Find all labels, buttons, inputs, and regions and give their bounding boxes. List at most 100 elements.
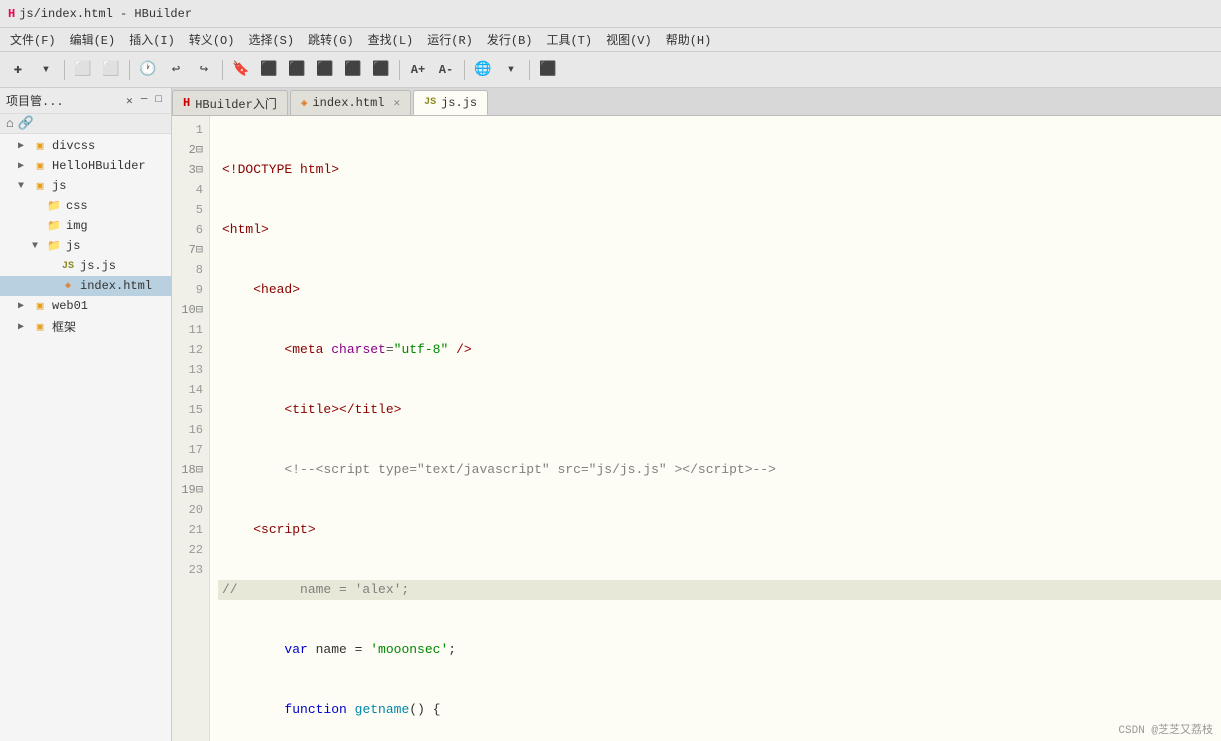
new-button[interactable]: ✚ <box>6 58 30 82</box>
arrow-js: ▼ <box>18 181 32 192</box>
linenum-9: 9 <box>172 280 209 300</box>
menu-file[interactable]: 文件(F) <box>4 29 62 50</box>
file-tree: ▶ ▣ divcss ▶ ▣ HelloHBuilder ▼ ▣ js 📁 cs… <box>0 134 171 741</box>
folder-icon-web01: ▣ <box>32 298 48 314</box>
tab-index-html[interactable]: ◈ index.html ✕ <box>290 90 411 115</box>
linenum-12: 12 <box>172 340 209 360</box>
tab-jsjs[interactable]: JS js.js <box>413 90 488 115</box>
arrow-hellohbuilder: ▶ <box>18 160 32 172</box>
menu-run[interactable]: 运行(R) <box>421 29 479 50</box>
undo-button[interactable]: ↩ <box>164 58 188 82</box>
code-line-1: <!DOCTYPE html> <box>218 160 1221 180</box>
save-button[interactable]: ⬜ <box>71 58 95 82</box>
folder-icon-img: 📁 <box>46 218 62 234</box>
bookmark-prev[interactable]: ⬛ <box>257 58 281 82</box>
font-increase[interactable]: A+ <box>406 58 430 82</box>
preview-btn[interactable]: ⬛ <box>536 58 560 82</box>
sep2 <box>129 60 130 80</box>
tree-item-index-html[interactable]: ◈ index.html <box>0 276 171 296</box>
sidebar-toolbar: ⌂ 🔗 <box>0 114 171 134</box>
folder-icon-css: 📁 <box>46 198 62 214</box>
browser-btn[interactable]: 🌐 <box>471 58 495 82</box>
bookmark-next[interactable]: ⬛ <box>285 58 309 82</box>
tab-bar: H HBuilder入门 ◈ index.html ✕ JS js.js <box>172 88 1221 116</box>
sidebar-link-btn[interactable]: 🔗 <box>18 116 34 131</box>
menu-help[interactable]: 帮助(H) <box>660 29 718 50</box>
title-bar: H js/index.html - HBuilder <box>0 0 1221 28</box>
menu-find[interactable]: 查找(L) <box>362 29 420 50</box>
new-dropdown[interactable]: ▾ <box>34 58 58 82</box>
linenum-6: 6 <box>172 220 209 240</box>
toolbar-btn6[interactable]: ⬛ <box>341 58 365 82</box>
tree-item-hellohbuilder[interactable]: ▶ ▣ HelloHBuilder <box>0 156 171 176</box>
arrow-web01: ▶ <box>18 300 32 312</box>
code-line-8: // name = 'alex'; <box>218 580 1221 600</box>
linenum-23: 23 <box>172 560 209 580</box>
toolbar-btn5[interactable]: ⬛ <box>313 58 337 82</box>
menu-insert[interactable]: 插入(I) <box>123 29 181 50</box>
tree-item-js-sub[interactable]: ▼ 📁 js <box>0 236 171 256</box>
save-all-button[interactable]: ⬜ <box>99 58 123 82</box>
app-logo: H <box>8 7 15 21</box>
menu-tools[interactable]: 工具(T) <box>540 29 598 50</box>
label-web01: web01 <box>52 299 88 313</box>
main-layout: 项目管... ✕ ─ □ ⌂ 🔗 ▶ ▣ divcss ▶ ▣ HelloHBu… <box>0 88 1221 741</box>
folder-icon-divcss: ▣ <box>32 138 48 154</box>
linenum-18: 18⊟ <box>172 460 209 480</box>
tree-item-kuangjia[interactable]: ▶ ▣ 框架 <box>0 316 171 337</box>
sidebar-close-btn[interactable]: ✕ <box>123 93 136 109</box>
code-content[interactable]: <!DOCTYPE html> <html> <head> <meta char… <box>210 116 1221 741</box>
code-line-5: <title></title> <box>218 400 1221 420</box>
font-decrease[interactable]: A- <box>434 58 458 82</box>
linenum-8: 8 <box>172 260 209 280</box>
label-hellohbuilder: HelloHBuilder <box>52 159 146 173</box>
menu-publish[interactable]: 发行(B) <box>481 29 539 50</box>
sidebar-maximize-btn[interactable]: □ <box>152 93 165 109</box>
redo-button[interactable]: ↪ <box>192 58 216 82</box>
linenum-21: 21 <box>172 520 209 540</box>
tab-hbuilder[interactable]: H HBuilder入门 <box>172 90 288 115</box>
code-line-3: <head> <box>218 280 1221 300</box>
linenum-11: 11 <box>172 320 209 340</box>
linenum-22: 22 <box>172 540 209 560</box>
file-icon-index-html: ◈ <box>60 278 76 294</box>
label-css: css <box>66 199 88 213</box>
linenum-15: 15 <box>172 400 209 420</box>
label-js: js <box>52 179 66 193</box>
menu-view[interactable]: 视图(V) <box>600 29 658 50</box>
title-text: js/index.html - HBuilder <box>19 7 192 21</box>
code-line-9: var name = 'mooonsec'; <box>218 640 1221 660</box>
browser-dropdown[interactable]: ▾ <box>499 58 523 82</box>
tab-label-index-html: index.html <box>312 96 384 110</box>
linenum-13: 13 <box>172 360 209 380</box>
sidebar-minimize-btn[interactable]: ─ <box>138 93 151 109</box>
sidebar-header-icons: ✕ ─ □ <box>123 93 165 109</box>
code-line-7: <script> <box>218 520 1221 540</box>
bookmark-button[interactable]: 🔖 <box>229 58 253 82</box>
linenum-10: 10⊟ <box>172 300 209 320</box>
linenum-16: 16 <box>172 420 209 440</box>
folder-icon-kuangjia: ▣ <box>32 319 48 335</box>
menu-jump[interactable]: 跳转(G) <box>302 29 360 50</box>
linenum-17: 17 <box>172 440 209 460</box>
code-editor[interactable]: 1 2⊟ 3⊟ 4 5 6 7⊟ 8 9 10⊟ 11 12 13 14 15 … <box>172 116 1221 741</box>
menu-select[interactable]: 选择(S) <box>242 29 300 50</box>
code-line-2: <html> <box>218 220 1221 240</box>
menu-edit[interactable]: 编辑(E) <box>64 29 122 50</box>
tab-icon-jsjs: JS <box>424 97 436 108</box>
tree-item-js[interactable]: ▼ ▣ js <box>0 176 171 196</box>
menu-escape[interactable]: 转义(O) <box>183 29 241 50</box>
tree-item-img[interactable]: 📁 img <box>0 216 171 236</box>
tree-item-web01[interactable]: ▶ ▣ web01 <box>0 296 171 316</box>
toolbar-btn7[interactable]: ⬛ <box>369 58 393 82</box>
history-button[interactable]: 🕐 <box>136 58 160 82</box>
tree-item-css[interactable]: 📁 css <box>0 196 171 216</box>
menu-bar: 文件(F) 编辑(E) 插入(I) 转义(O) 选择(S) 跳转(G) 查找(L… <box>0 28 1221 52</box>
sidebar-home-btn[interactable]: ⌂ <box>6 116 14 131</box>
arrow-js-sub: ▼ <box>32 241 46 252</box>
tab-close-index-html[interactable]: ✕ <box>393 96 400 110</box>
linenum-3: 3⊟ <box>172 160 209 180</box>
tree-item-divcss[interactable]: ▶ ▣ divcss <box>0 136 171 156</box>
label-js-sub: js <box>66 239 80 253</box>
tree-item-jsjs[interactable]: JS js.js <box>0 256 171 276</box>
